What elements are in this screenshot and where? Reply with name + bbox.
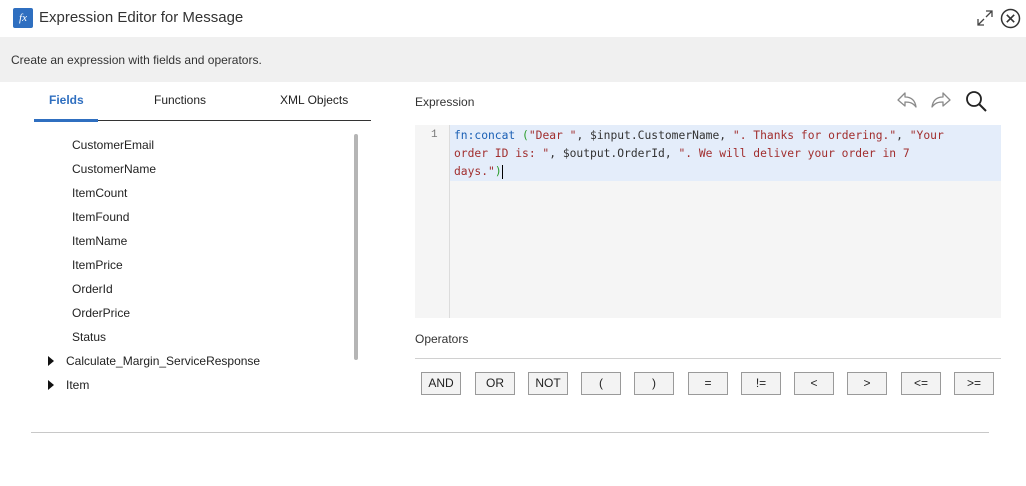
field-label: Calculate_Margin_ServiceResponse bbox=[66, 354, 261, 368]
expression-editor-icon: fx bbox=[13, 8, 33, 28]
operator-greater-equal-button[interactable]: >= bbox=[954, 372, 994, 395]
field-customer-name[interactable]: CustomerName bbox=[72, 162, 156, 176]
expand-icon[interactable] bbox=[975, 8, 995, 28]
expression-editor[interactable]: 1 fn:concat ("Dear ", $input.CustomerNam… bbox=[415, 125, 1001, 318]
field-item-found[interactable]: ItemFound bbox=[72, 210, 129, 224]
operator-equals-button[interactable]: = bbox=[688, 372, 728, 395]
field-item-group[interactable]: Item bbox=[48, 378, 89, 392]
code-line: order ID is: ", $output.OrderId, ". We w… bbox=[454, 147, 910, 160]
operator-not-equals-button[interactable]: != bbox=[741, 372, 781, 395]
instruction-banner: Create an expression with fields and ope… bbox=[0, 37, 1026, 82]
active-tab-indicator bbox=[34, 119, 98, 122]
undo-icon[interactable] bbox=[895, 90, 919, 112]
field-item-count[interactable]: ItemCount bbox=[72, 186, 127, 200]
expression-code[interactable]: fn:concat ("Dear ", $input.CustomerName,… bbox=[454, 127, 999, 181]
field-item-name[interactable]: ItemName bbox=[72, 234, 127, 248]
tab-functions[interactable]: Functions bbox=[154, 93, 206, 107]
line-number: 1 bbox=[431, 129, 438, 141]
field-item-price[interactable]: ItemPrice bbox=[72, 258, 123, 272]
redo-icon[interactable] bbox=[929, 90, 953, 112]
field-order-price[interactable]: OrderPrice bbox=[72, 306, 130, 320]
instruction-text: Create an expression with fields and ope… bbox=[11, 53, 262, 67]
operator-open-paren-button[interactable]: ( bbox=[581, 372, 621, 395]
tab-fields[interactable]: Fields bbox=[49, 93, 84, 107]
operator-greater-than-button[interactable]: > bbox=[847, 372, 887, 395]
operator-and-button[interactable]: AND bbox=[421, 372, 461, 395]
bottom-divider bbox=[31, 432, 989, 433]
active-line-highlight: fn:concat ("Dear ", $input.CustomerName,… bbox=[450, 125, 1001, 181]
operator-not-button[interactable]: NOT bbox=[528, 372, 568, 395]
code-line: days.") bbox=[454, 165, 503, 179]
field-status[interactable]: Status bbox=[72, 330, 106, 344]
close-icon[interactable] bbox=[1000, 8, 1021, 29]
tab-bar: Fields Functions XML Objects bbox=[34, 90, 371, 122]
code-line: fn:concat ("Dear ", $input.CustomerName,… bbox=[454, 129, 944, 142]
field-calculate-margin-service-response[interactable]: Calculate_Margin_ServiceResponse bbox=[48, 354, 260, 368]
expression-label: Expression bbox=[415, 95, 475, 109]
operators-label: Operators bbox=[415, 332, 469, 346]
search-icon[interactable] bbox=[964, 90, 988, 112]
field-label: Item bbox=[66, 378, 90, 392]
line-number-gutter: 1 bbox=[415, 125, 450, 318]
operators-divider bbox=[415, 358, 1001, 359]
operator-close-paren-button[interactable]: ) bbox=[634, 372, 674, 395]
field-order-id[interactable]: OrderId bbox=[72, 282, 113, 296]
fields-scrollbar[interactable] bbox=[354, 134, 358, 360]
window-title: Expression Editor for Message bbox=[39, 9, 244, 26]
operator-less-than-button[interactable]: < bbox=[794, 372, 834, 395]
field-customer-email[interactable]: CustomerEmail bbox=[72, 138, 154, 152]
text-cursor bbox=[501, 165, 503, 179]
operator-less-equal-button[interactable]: <= bbox=[901, 372, 941, 395]
operator-or-button[interactable]: OR bbox=[475, 372, 515, 395]
expand-caret-icon[interactable] bbox=[48, 355, 54, 366]
expand-caret-icon[interactable] bbox=[48, 379, 54, 390]
title-bar: fx Expression Editor for Message bbox=[0, 0, 1026, 37]
tab-xml-objects[interactable]: XML Objects bbox=[280, 93, 348, 107]
